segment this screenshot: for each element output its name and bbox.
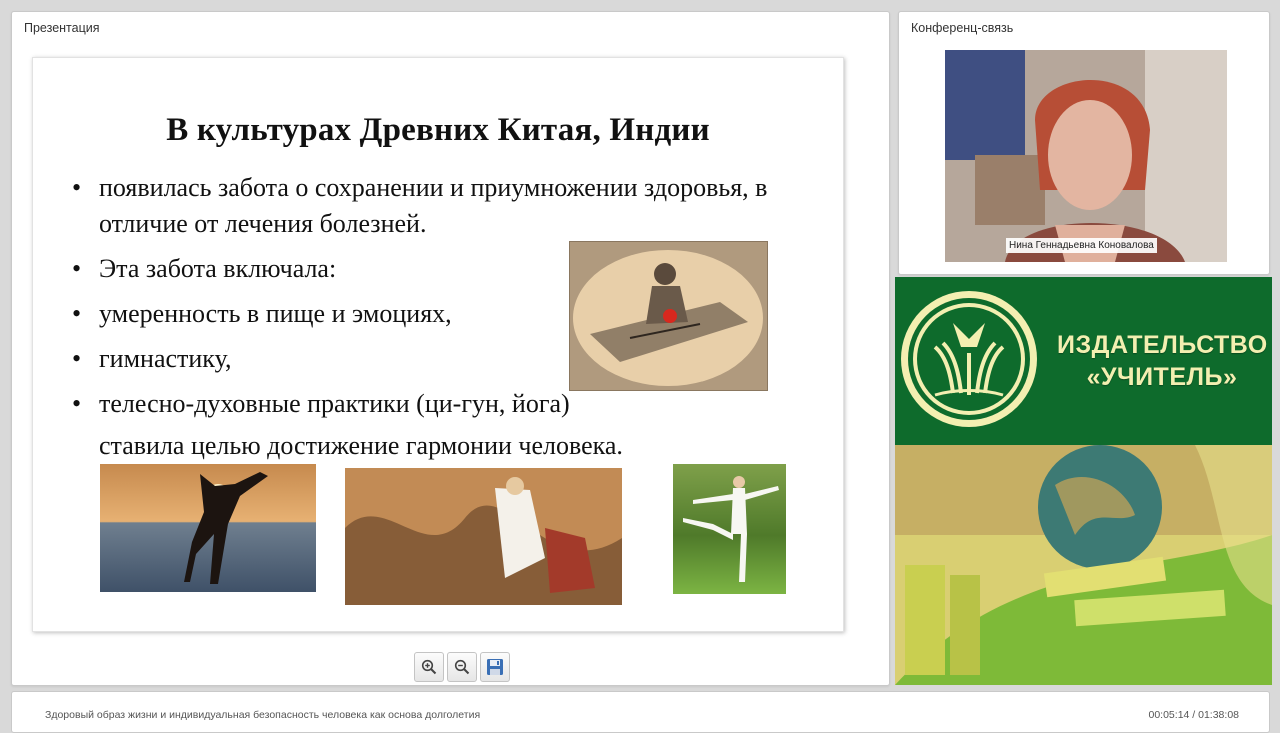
presentation-slide: В культурах Древних Китая, Индии появила… xyxy=(32,57,844,632)
publisher-name-line1: ИЗДАТЕЛЬСТВО xyxy=(1057,331,1268,359)
presentation-panel-title: Презентация xyxy=(24,21,100,35)
slide-bullet-4: гимнастику, xyxy=(72,341,232,377)
slide-bullet-1: появилась забота о сохранении и приумнож… xyxy=(72,170,779,242)
chinese-painting-image xyxy=(345,468,622,605)
books-globe-image xyxy=(895,445,1272,685)
playback-time: 00:05:14 / 01:38:08 xyxy=(1148,709,1240,721)
slide-closing-text: ставила целью достижение гармонии челове… xyxy=(99,431,623,460)
massage-illustration xyxy=(569,241,768,391)
zoom-out-button[interactable] xyxy=(447,652,477,682)
publisher-name-line2: «УЧИТЕЛЬ» xyxy=(1086,363,1238,391)
zoom-in-button[interactable] xyxy=(414,652,444,682)
slide-title: В культурах Древних Китая, Индии xyxy=(166,112,710,148)
presentation-panel: Презентация В культурах Древних Китая, И… xyxy=(11,11,890,686)
publisher-banner-top: ИЗДАТЕЛЬСТВО «УЧИТЕЛЬ» xyxy=(895,277,1272,445)
zoom-in-icon xyxy=(421,659,437,675)
slide-bullet-5: телесно-духовные практики (ци-гун, йога) xyxy=(72,386,570,422)
speaker-name-label: Нина Геннадьевна Коновалова xyxy=(1006,238,1157,253)
save-button[interactable] xyxy=(480,652,510,682)
webinar-title: Здоровый образ жизни и индивидуальная бе… xyxy=(45,709,481,721)
slide-bullet-2: Эта забота включала: xyxy=(72,251,336,287)
qigong-photo xyxy=(673,464,786,594)
publisher-banner[interactable]: ИЗДАТЕЛЬСТВО «УЧИТЕЛЬ» xyxy=(895,277,1272,685)
conference-panel: Конференц-связь Нина Геннадьевна Коновал… xyxy=(898,11,1270,275)
publisher-logo-icon xyxy=(901,291,1037,427)
speaker-video: Нина Геннадьевна Коновалова xyxy=(945,50,1227,262)
zoom-out-icon xyxy=(454,659,470,675)
slide-bullet-3: умеренность в пище и эмоциях, xyxy=(72,296,452,332)
footer-bar: Здоровый образ жизни и индивидуальная бе… xyxy=(11,691,1270,733)
save-icon xyxy=(487,659,503,675)
yoga-sunset-photo xyxy=(100,464,316,592)
conference-panel-title: Конференц-связь xyxy=(911,21,1014,35)
